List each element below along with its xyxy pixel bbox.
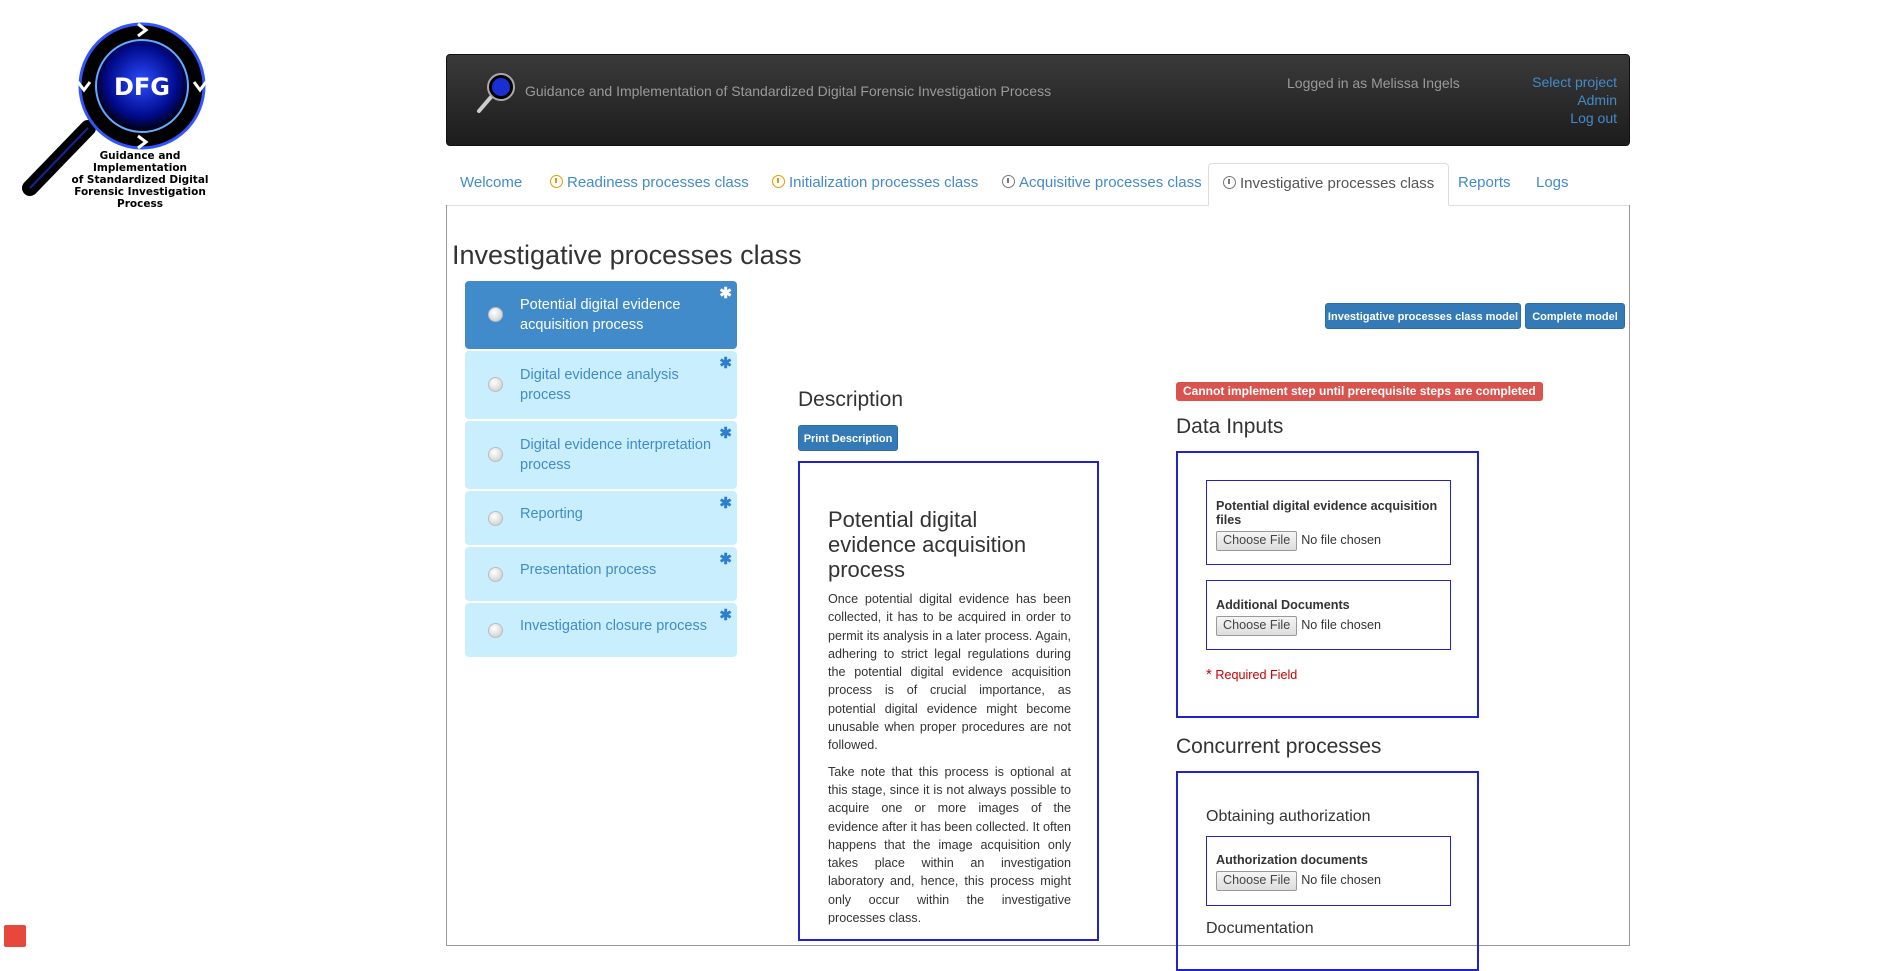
required-field-note: * Required Field	[1206, 666, 1298, 683]
asterisk-icon: ✱	[719, 285, 732, 302]
prerequisite-alert: Cannot implement step until prerequisite…	[1176, 382, 1543, 401]
select-project-link[interactable]: Select project	[1532, 73, 1617, 91]
tab-initialization[interactable]: Initialization processes class	[772, 163, 978, 204]
app-corner-icon[interactable]	[4, 925, 26, 947]
obtaining-authorization-label: Obtaining authorization	[1206, 808, 1371, 825]
choose-file-button[interactable]: Choose File	[1216, 871, 1298, 891]
print-description-button[interactable]: Print Description	[798, 425, 898, 451]
description-heading: Description	[798, 388, 904, 411]
logout-link[interactable]: Log out	[1532, 109, 1617, 127]
status-radio-icon	[488, 623, 503, 638]
asterisk-icon: ✱	[719, 551, 732, 568]
documentation-label: Documentation	[1206, 920, 1314, 937]
tab-readiness[interactable]: Readiness processes class	[550, 163, 749, 204]
asterisk-icon: ✱	[719, 355, 732, 372]
complete-model-button[interactable]: Complete model	[1525, 303, 1625, 329]
tab-acquisitive[interactable]: Acquisitive processes class	[1002, 163, 1202, 204]
warning-circle-icon	[550, 175, 563, 188]
file-status: No file chosen	[1301, 533, 1382, 547]
asterisk-icon: ✱	[719, 425, 732, 442]
file-input-authorization: Authorization documents Choose File No fi…	[1206, 836, 1451, 906]
tab-welcome[interactable]: Welcome	[460, 163, 522, 204]
description-box: Potential digital evidence acquisition p…	[798, 461, 1099, 941]
class-model-button[interactable]: Investigative processes class model	[1325, 303, 1521, 329]
sidebar-item-analysis[interactable]: ✱ Digital evidence analysis process	[465, 351, 737, 419]
asterisk-icon: ✱	[719, 495, 732, 512]
choose-file-button[interactable]: Choose File	[1216, 616, 1298, 636]
warning-circle-icon	[1002, 175, 1015, 188]
sidebar-item-presentation[interactable]: ✱ Presentation process	[465, 547, 737, 601]
status-radio-icon	[488, 567, 503, 582]
warning-circle-icon	[1223, 176, 1236, 189]
status-radio-icon	[488, 447, 503, 462]
data-inputs-heading: Data Inputs	[1176, 415, 1284, 438]
choose-file-button[interactable]: Choose File	[1216, 531, 1298, 551]
sidebar-item-reporting[interactable]: ✱ Reporting	[465, 491, 737, 545]
page-title: Investigative processes class	[452, 240, 802, 270]
logo-badge: DFG	[114, 73, 170, 101]
sidebar-item-acquisition[interactable]: ✱ Potential digital evidence acquisition…	[465, 281, 737, 349]
asterisk-icon: ✱	[719, 607, 732, 624]
process-tabs: Welcome Readiness processes class Initia…	[446, 163, 1630, 206]
magnifier-logo-icon	[477, 73, 515, 113]
warning-circle-icon	[772, 175, 785, 188]
description-paragraph: Take note that this process is optional …	[828, 764, 1071, 926]
tab-reports[interactable]: Reports	[1458, 163, 1511, 204]
sidebar-item-closure[interactable]: ✱ Investigation closure process	[465, 603, 737, 657]
file-status: No file chosen	[1301, 618, 1382, 632]
tab-logs[interactable]: Logs	[1536, 163, 1569, 204]
admin-link[interactable]: Admin	[1532, 91, 1617, 109]
app-title: Guidance and Implementation of Standardi…	[525, 83, 1052, 99]
status-radio-icon	[488, 307, 503, 322]
tab-investigative[interactable]: Investigative processes class	[1208, 163, 1450, 206]
description-title: Potential digital evidence acquisition p…	[828, 507, 1027, 582]
file-input-acquisition: Potential digital evidence acquisition f…	[1206, 480, 1451, 565]
sidebar-item-interpretation[interactable]: ✱ Digital evidence interpretation proces…	[465, 421, 737, 489]
description-paragraph: Once potential digital evidence has been…	[828, 592, 1071, 753]
status-radio-icon	[488, 511, 503, 526]
header-bar: Guidance and Implementation of Standardi…	[446, 54, 1630, 146]
status-radio-icon	[488, 377, 503, 392]
logged-in-user: Logged in as Melissa Ingels	[1287, 75, 1460, 91]
file-input-additional: Additional Documents Choose File No file …	[1206, 580, 1451, 650]
concurrent-heading: Concurrent processes	[1176, 735, 1382, 758]
logo-caption: Guidance and Implementation of Standardi…	[71, 150, 209, 210]
file-status: No file chosen	[1301, 873, 1382, 887]
